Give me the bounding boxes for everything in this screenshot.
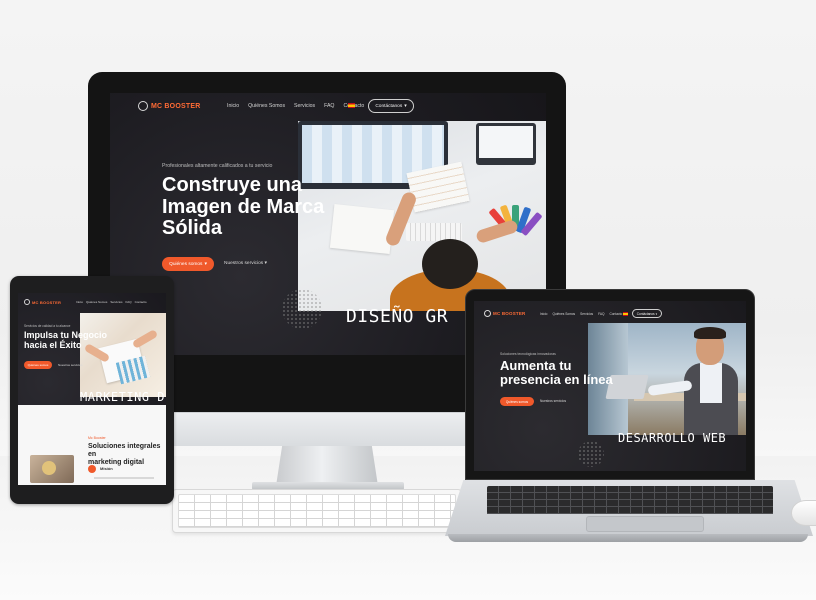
nav-servicios[interactable]: Servicios <box>110 300 122 304</box>
nav-inicio[interactable]: Inicio <box>76 300 83 304</box>
nav-contacto[interactable]: Contacto <box>135 300 147 304</box>
desktop-navbar: MC BOOSTER Inicio Quiénes Somos Servicio… <box>110 93 546 119</box>
laptop-logo[interactable]: MC BOOSTER <box>484 310 526 317</box>
laptop-services-link[interactable]: Nuestros servicios <box>540 399 566 403</box>
nav-contacto[interactable]: Contacto <box>609 312 622 316</box>
desktop-hero-kicker: Profesionales altamente calificados a tu… <box>162 163 273 169</box>
nav-servicios[interactable]: Servicios <box>294 103 315 109</box>
chevron-down-icon: ▾ <box>404 103 407 109</box>
laptop-overlay-text: DESARROLLO WEB <box>618 431 727 445</box>
laptop-keyboard <box>487 486 773 514</box>
nav-quienes-somos[interactable]: Quiénes Somos <box>86 300 107 304</box>
nav-inicio[interactable]: Inicio <box>540 312 547 316</box>
nav-quienes-somos[interactable]: Quiénes Somos <box>248 103 285 109</box>
tablet-cta-button[interactable]: Quiénes somos <box>24 361 52 369</box>
desk-mouse <box>791 500 816 526</box>
tablet-section-kicker: Mc Booster <box>88 436 106 440</box>
decorative-dots <box>578 441 604 467</box>
tablet-hero: MC BOOSTER Inicio Quiénes Somos Servicio… <box>18 293 166 405</box>
laptop-hero-headline: Aumenta tu presencia en línea <box>500 358 613 388</box>
keyboard-keys <box>178 494 456 528</box>
contact-pill-button[interactable]: Contáctanos ▾ <box>368 99 414 113</box>
nav-faq[interactable]: FAQ <box>598 312 604 316</box>
decorative-dots <box>282 289 322 329</box>
tablet-hero-headline: Impulsa tu Negocio hacia el Éxito <box>24 330 108 350</box>
desktop-hero-headline: Construye una Imagen de Marca Sólida <box>162 174 325 240</box>
tablet-overlay-text: MARKETING DI <box>80 390 166 404</box>
chevron-down-icon: ▾ <box>264 261 267 266</box>
photo-person-shirt <box>700 363 722 403</box>
tablet-hero-photo <box>80 313 166 397</box>
tablet-about-section: Mc Booster Soluciones integrales en mark… <box>18 405 166 485</box>
mission-icon <box>88 465 96 473</box>
tablet-logo[interactable]: MC BOOSTER <box>24 299 61 305</box>
laptop-hero-kicker: Soluciones tecnológicas innovadoras <box>500 352 556 356</box>
laptop-menu: Inicio Quiénes Somos Servicios FAQ Conta… <box>540 312 622 316</box>
nav-inicio[interactable]: Inicio <box>227 103 239 109</box>
tablet-section-photo <box>30 455 74 483</box>
tablet-section-title: Soluciones integrales en marketing digit… <box>88 443 161 467</box>
photo-person-hair <box>694 327 726 339</box>
hero-photo-design-desk <box>298 121 546 311</box>
language-flag-icon[interactable] <box>623 312 628 316</box>
tablet-mission-label: Misión <box>100 466 113 471</box>
tablet-hero-kicker: Servicios de calidad a tu alcance <box>24 324 71 328</box>
laptop-cta-button[interactable]: Quiénes somos <box>500 397 534 406</box>
desktop-services-link[interactable]: Nuestros servicios ▾ <box>224 261 267 266</box>
laptop-trackpad <box>586 516 704 532</box>
desktop-overlay-text: DISEÑO GR <box>346 306 449 327</box>
chevron-down-icon: ▾ <box>204 261 207 267</box>
tablet-menu: Inicio Quiénes Somos Servicios FAQ Conta… <box>76 300 147 304</box>
imac-stand <box>276 446 378 486</box>
desktop-logo[interactable]: MC BOOSTER <box>138 101 200 111</box>
nav-quienes-somos[interactable]: Quiénes Somos <box>552 312 575 316</box>
photo-person-head <box>422 239 478 289</box>
desktop-cta-button[interactable]: Quiénes somos ▾ <box>162 257 214 271</box>
tablet-screen: MC BOOSTER Inicio Quiénes Somos Servicio… <box>18 293 166 485</box>
laptop-screen: MC BOOSTER Inicio Quiénes Somos Servicio… <box>474 301 746 471</box>
photo-wireframe-paper <box>329 203 395 255</box>
desktop-menu: Inicio Quiénes Somos Servicios FAQ Conta… <box>227 103 364 109</box>
logo-icon <box>138 101 148 111</box>
logo-icon <box>24 299 30 305</box>
photo-laptop <box>476 123 536 165</box>
contact-pill-button[interactable]: Contáctanos ▾ <box>632 309 662 318</box>
laptop-front-edge <box>448 534 808 542</box>
chevron-down-icon: ▾ <box>655 311 658 316</box>
nav-faq[interactable]: FAQ <box>324 103 334 109</box>
nav-faq[interactable]: FAQ <box>126 300 132 304</box>
logo-icon <box>484 310 491 317</box>
tablet-services-link[interactable]: Nuestros servicios <box>58 363 83 367</box>
nav-servicios[interactable]: Servicios <box>580 312 593 316</box>
language-flag-icon[interactable] <box>348 103 355 108</box>
